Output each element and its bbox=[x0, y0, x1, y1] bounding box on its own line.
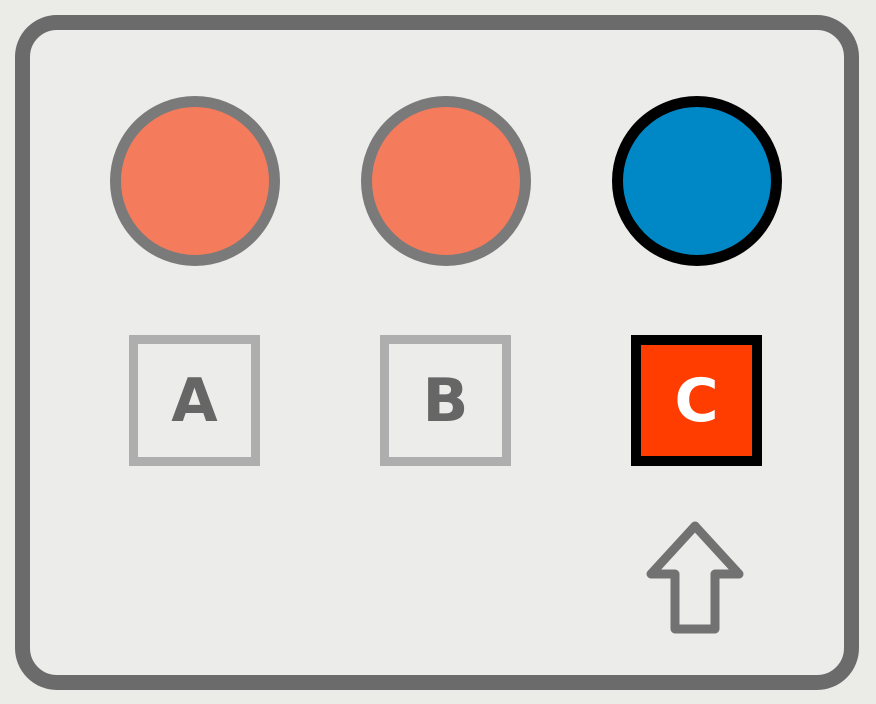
option-b-label: B bbox=[422, 365, 469, 436]
option-a-box: A bbox=[129, 335, 260, 466]
option-c-box: C bbox=[631, 335, 762, 466]
option-a-indicator bbox=[110, 96, 280, 266]
option-a-label: A bbox=[171, 365, 218, 436]
option-c-label: C bbox=[674, 365, 719, 436]
option-b-box: B bbox=[380, 335, 511, 466]
up-arrow-icon bbox=[646, 521, 744, 634]
option-c-indicator bbox=[612, 96, 782, 266]
option-b-indicator bbox=[361, 96, 531, 266]
